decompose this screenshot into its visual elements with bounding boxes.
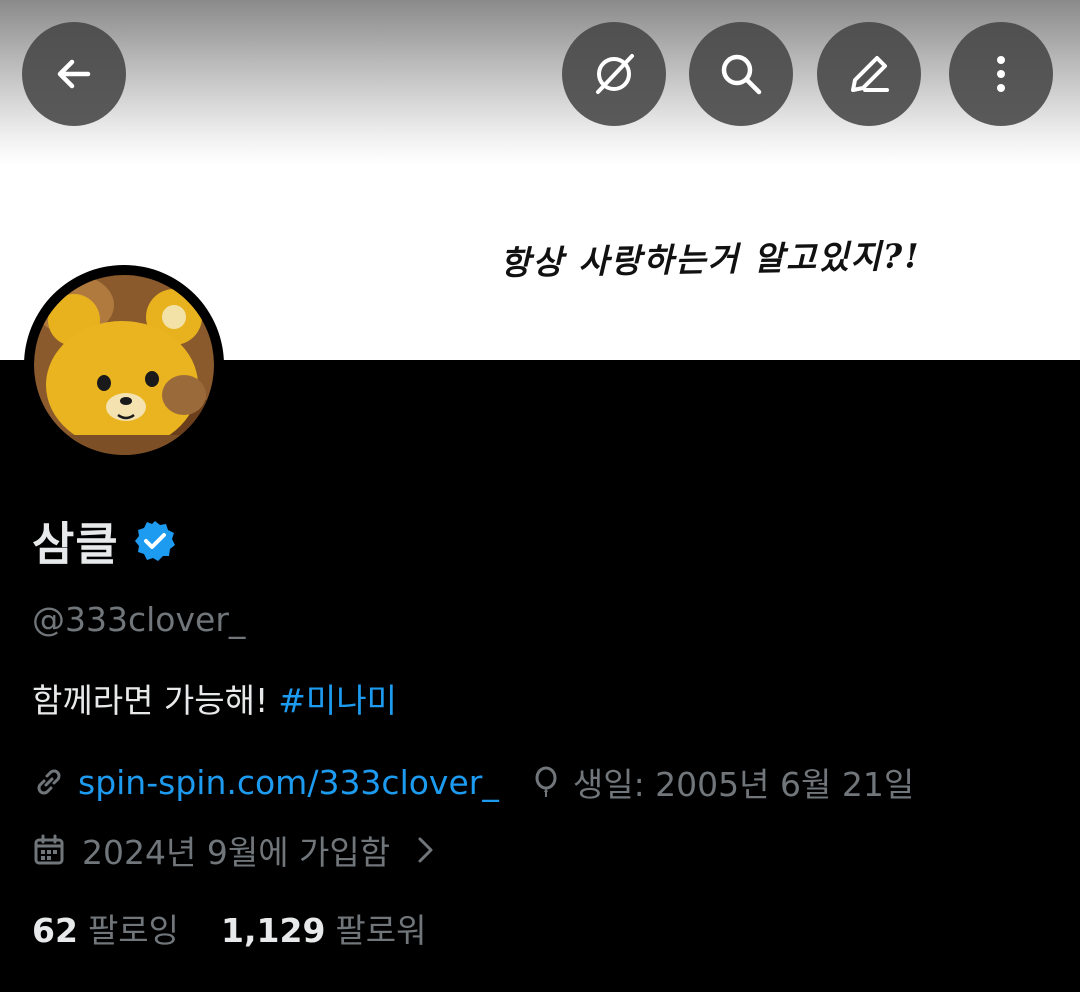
search-icon	[721, 54, 762, 95]
bear-avatar-image	[34, 275, 214, 455]
following-stat[interactable]: 62 팔로잉	[32, 904, 179, 952]
verified-badge-icon[interactable]	[133, 519, 177, 563]
link-icon	[37, 769, 61, 795]
avatar-border	[24, 265, 224, 465]
profile-bio: 함께라면 가능해! #미나미	[32, 674, 397, 722]
bio-text: 함께라면 가능해!	[32, 681, 269, 720]
profile-stats: 62 팔로잉 1,129 팔로워	[32, 904, 427, 952]
more-button[interactable]	[949, 22, 1053, 126]
avatar[interactable]	[34, 275, 214, 455]
arrow-left-icon	[57, 59, 91, 89]
chevron-right-icon[interactable]	[408, 833, 442, 867]
profile-meta-row-1: spin-spin.com/333clover_ 생일: 2005년 6월 21…	[32, 758, 914, 806]
edit-button[interactable]	[817, 22, 921, 126]
grok-icon	[596, 54, 634, 94]
profile-name-row: 삼클	[32, 508, 177, 574]
profile-birthday: 생일: 2005년 6월 21일	[572, 765, 915, 804]
profile-handle: @333clover_	[32, 600, 246, 639]
followers-label: 팔로워	[335, 911, 427, 950]
profile-joined-date: 2024년 9월에 가입함	[82, 833, 391, 872]
bio-hashtag-link[interactable]: #미나미	[278, 681, 397, 720]
profile-website-link[interactable]: spin-spin.com/333clover_	[78, 763, 499, 802]
banner-handwritten-text: 항상 사랑하는거 알고있지?!	[499, 236, 922, 283]
edit-icon	[851, 56, 889, 92]
grok-button[interactable]	[562, 22, 666, 126]
calendar-icon	[34, 834, 64, 865]
display-name: 삼클	[32, 517, 119, 571]
followers-stat[interactable]: 1,129 팔로워	[221, 904, 426, 952]
following-label: 팔로잉	[87, 911, 180, 950]
balloon-icon	[535, 766, 557, 797]
following-count: 62	[32, 911, 78, 950]
profile-meta-row-2: 2024년 9월에 가입함	[32, 826, 442, 874]
more-vertical-icon	[997, 56, 1005, 92]
followers-count: 1,129	[221, 911, 326, 950]
back-button[interactable]	[22, 22, 126, 126]
search-button[interactable]	[689, 22, 793, 126]
